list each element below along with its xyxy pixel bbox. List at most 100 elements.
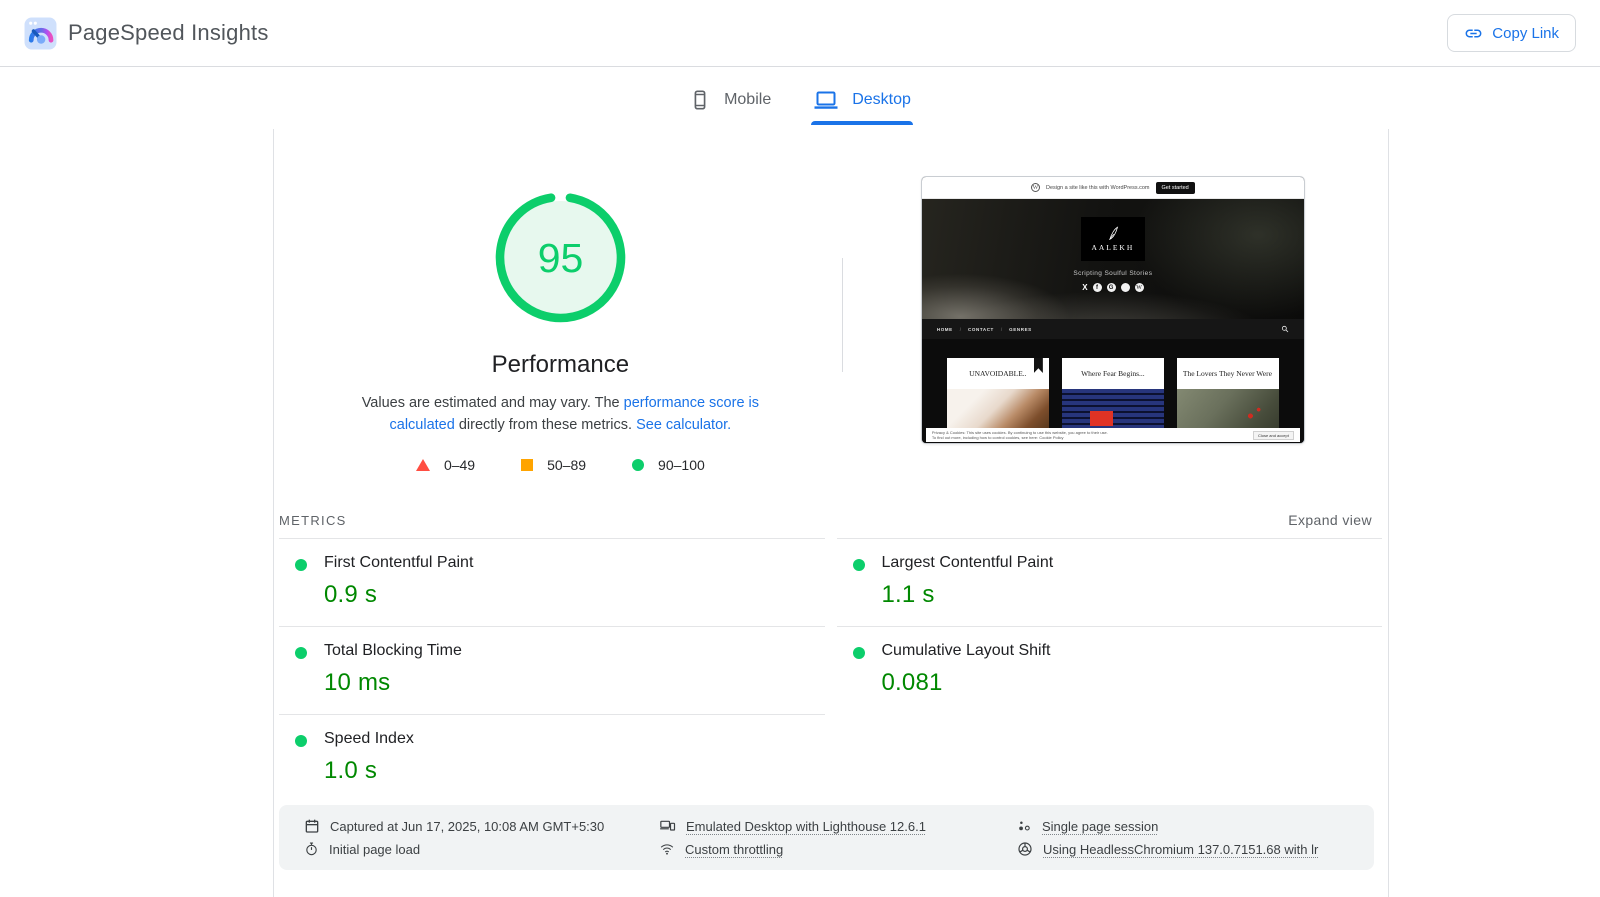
disclaimer-text: Values are estimated and may vary. The — [361, 395, 624, 411]
throttling-info[interactable]: Custom throttling — [659, 841, 1017, 857]
captured-at: Captured at Jun 17, 2025, 10:08 AM GMT+5… — [304, 818, 659, 834]
page-title: PageSpeed Insights — [68, 20, 269, 45]
thumb-site-name: AALEKH — [1091, 243, 1135, 252]
score-section: 95 Performance Values are estimated and … — [279, 129, 1383, 500]
score-legend: 0–49 50–89 90–100 — [415, 457, 705, 473]
legend-average: 50–89 — [521, 457, 586, 473]
metric-total-blocking-time: Total Blocking Time 10 ms — [279, 626, 825, 714]
metric-name: Total Blocking Time — [324, 642, 462, 659]
thumb-wordpress-banner: W Design a site like this with WordPress… — [921, 177, 1304, 199]
session-text: Single page session — [1042, 818, 1159, 834]
session-dots-icon — [1019, 821, 1030, 830]
thumb-nav-contact: CONTACT — [968, 326, 994, 332]
pass-dot-icon — [295, 735, 307, 747]
session-info[interactable]: Single page session — [1017, 818, 1364, 834]
disclaimer-text-mid: directly from these metrics. — [454, 417, 637, 433]
metric-value: 1.1 s — [881, 581, 935, 608]
performance-score-gauge[interactable]: 95 — [492, 189, 629, 326]
captured-at-text: Captured at Jun 17, 2025, 10:08 AM GMT+5… — [330, 818, 605, 834]
thumb-hero: AALEKH Scripting Soulful Stories X f G W — [921, 199, 1304, 319]
pass-dot-icon — [295, 559, 307, 571]
initial-load-text: Initial page load — [329, 841, 421, 857]
cookie-line: To find out more, including how to contr… — [931, 435, 1064, 440]
legend-fail: 0–49 — [415, 457, 476, 473]
tab-desktop[interactable]: Desktop — [811, 82, 913, 125]
legend-pass: 90–100 — [632, 457, 705, 473]
performance-title: Performance — [491, 351, 630, 378]
card-title-text: The Lovers They Never Were — [1182, 369, 1272, 378]
fail-triangle-icon — [415, 459, 430, 471]
pass-dot-icon — [852, 647, 865, 659]
expand-view-link[interactable]: Expand view — [1288, 512, 1372, 528]
feather-icon — [1109, 226, 1119, 240]
tab-mobile[interactable]: Mobile — [687, 82, 773, 125]
legend-fail-range: 0–49 — [443, 457, 476, 473]
thumb-banner-text: Design a site like this with WordPress.c… — [1045, 184, 1150, 191]
metrics-heading: METRICS — [279, 512, 347, 528]
chromium-text: Using HeadlessChromium 137.0.7151.68 wit… — [1043, 841, 1319, 857]
pagespeed-logo-icon — [24, 17, 57, 49]
thumb-cookie-bar: Privacy & Cookies: This site uses cookie… — [925, 428, 1300, 442]
wordpress-logo-icon: W — [1030, 183, 1040, 192]
capture-info-bar: Captured at Jun 17, 2025, 10:08 AM GMT+5… — [279, 805, 1374, 870]
thumb-nav-genres: GENRES — [1009, 326, 1032, 332]
thumb-cookie-text: Privacy & Cookies: This site uses cookie… — [932, 430, 1108, 440]
metric-name: Largest Contentful Paint — [881, 554, 1054, 571]
thumb-site-logo: AALEKH — [1080, 217, 1145, 261]
thumb-get-started-button: Get started — [1155, 181, 1195, 194]
card-title-text: Where Fear Begins... — [1081, 369, 1145, 378]
performance-score-value: 95 — [538, 235, 584, 281]
emulation-info[interactable]: Emulated Desktop with Lighthouse 12.6.1 — [659, 818, 1017, 834]
desktop-laptop-icon — [814, 91, 838, 109]
thumb-cookie-accept-button: Close and accept — [1252, 430, 1294, 440]
tab-mobile-label: Mobile — [724, 91, 772, 108]
performance-score-column: 95 Performance Values are estimated and … — [279, 129, 842, 500]
nav-separator: / — [1000, 326, 1003, 332]
metric-name: Cumulative Layout Shift — [881, 642, 1051, 659]
stopwatch-icon — [306, 842, 317, 856]
x-social-icon: X — [1082, 283, 1088, 292]
github-icon — [1120, 283, 1130, 292]
metric-value: 10 ms — [324, 669, 391, 696]
facebook-icon: f — [1092, 283, 1102, 292]
card-title-text: UNAVOIDABLE.. — [969, 369, 1027, 378]
copy-link-button[interactable]: Copy Link — [1447, 14, 1576, 52]
see-calculator-link[interactable]: See calculator. — [636, 417, 731, 433]
site-screenshot-thumbnail[interactable]: W Design a site like this with WordPress… — [920, 176, 1305, 444]
thumb-nav-home: HOME — [936, 326, 953, 332]
metric-empty-cell — [837, 714, 1383, 802]
metrics-grid: First Contentful Paint 0.9 s Largest Con… — [279, 538, 1383, 802]
copy-link-label: Copy Link — [1492, 24, 1559, 42]
wordpress-social-icon: W — [1134, 283, 1144, 292]
chromium-info[interactable]: Using HeadlessChromium 137.0.7151.68 wit… — [1017, 841, 1364, 857]
google-icon: G — [1106, 283, 1116, 292]
metric-name: Speed Index — [324, 730, 414, 747]
average-square-icon — [521, 459, 534, 471]
metric-largest-contentful-paint: Largest Contentful Paint 1.1 s — [836, 538, 1382, 626]
screenshot-column: W Design a site like this with WordPress… — [843, 129, 1383, 500]
devices-icon — [660, 820, 676, 831]
tab-desktop-label: Desktop — [852, 91, 911, 108]
metric-value: 0.9 s — [324, 581, 378, 608]
throttling-signal-icon — [660, 844, 674, 855]
emulation-text: Emulated Desktop with Lighthouse 12.6.1 — [686, 818, 926, 834]
thumb-card-title: The Lovers They Never Were — [1176, 358, 1279, 389]
thumb-tagline: Scripting Soulful Stories — [1073, 270, 1153, 277]
thumb-card-title: UNAVOIDABLE.. — [946, 358, 1049, 389]
mobile-phone-icon — [694, 90, 706, 110]
initial-page-load: Initial page load — [304, 841, 659, 857]
metric-speed-index: Speed Index 1.0 s — [279, 714, 825, 802]
bookmark-ribbon-icon — [1033, 358, 1043, 373]
thumb-social-icons: X f G W — [1082, 283, 1144, 292]
nav-separator: / — [959, 326, 962, 332]
metric-first-contentful-paint: First Contentful Paint 0.9 s — [279, 538, 825, 626]
pass-circle-icon — [632, 459, 645, 471]
metric-cumulative-layout-shift: Cumulative Layout Shift 0.081 — [836, 626, 1382, 714]
score-disclaimer: Values are estimated and may vary. The p… — [358, 392, 762, 436]
thumb-card-title: Where Fear Begins... — [1061, 358, 1164, 389]
metric-value: 1.0 s — [324, 757, 378, 784]
report-container: 95 Performance Values are estimated and … — [273, 129, 1389, 897]
throttling-text: Custom throttling — [685, 841, 784, 857]
calendar-icon — [305, 819, 319, 833]
device-tabs: Mobile Desktop — [0, 82, 1600, 125]
